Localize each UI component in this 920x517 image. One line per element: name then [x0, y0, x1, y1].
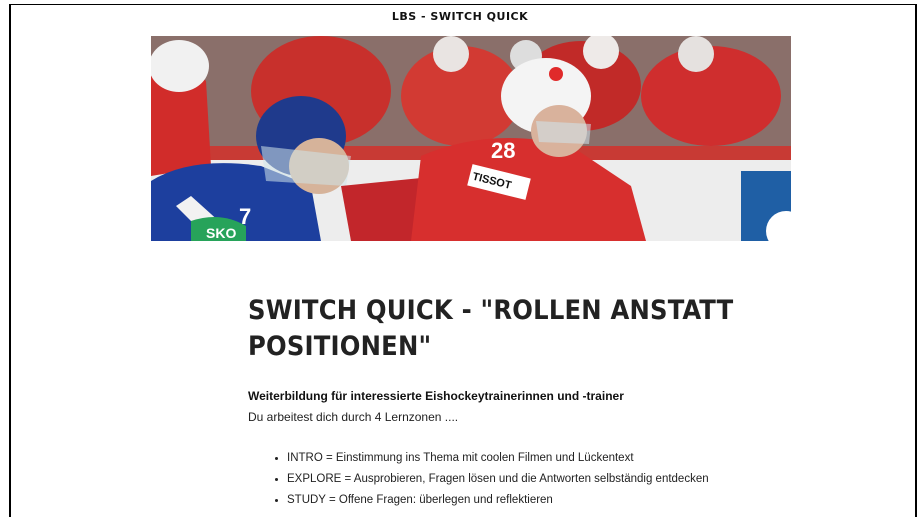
list-item: INTRO = Einstimmung ins Thema mit coolen…: [287, 451, 709, 466]
hero-image: SKO 7 28 TISSOT: [151, 36, 791, 241]
page-title: SWITCH QUICK - "ROLLEN ANSTATT POSITIONE…: [248, 295, 734, 362]
site-title: LBS - SWITCH QUICK: [391, 10, 529, 23]
svg-text:28: 28: [491, 138, 515, 163]
intro-text: Du arbeitest dich durch 4 Lernzonen ....: [248, 410, 459, 424]
list-item: EXPLORE = Ausprobieren, Fragen lösen und…: [287, 472, 709, 487]
learning-zones-list: INTRO = Einstimmung ins Thema mit coolen…: [275, 451, 709, 514]
svg-text:SKO: SKO: [206, 225, 236, 241]
subtitle: Weiterbildung für interessierte Eishocke…: [248, 389, 624, 403]
list-item: STUDY = Offene Fragen: überlegen und ref…: [287, 493, 709, 508]
svg-text:7: 7: [239, 204, 251, 229]
